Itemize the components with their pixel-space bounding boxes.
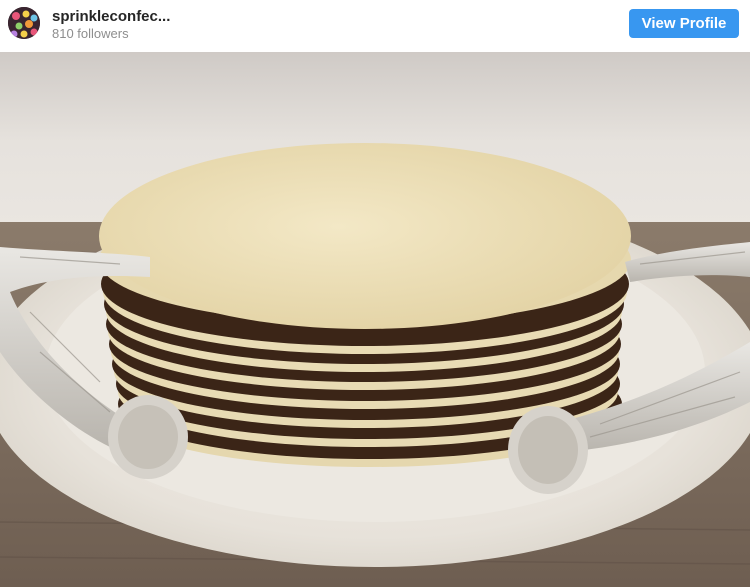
instagram-embed: sprinkleconfec... 810 followers View Pro…: [0, 0, 750, 587]
post-photo[interactable]: [0, 52, 750, 587]
view-profile-button[interactable]: View Profile: [629, 9, 739, 38]
stack-cake-image: [0, 52, 750, 587]
sprinkles-avatar-icon: [8, 7, 40, 39]
profile-avatar[interactable]: [8, 7, 40, 39]
follower-count: 810 followers: [52, 26, 129, 41]
profile-username[interactable]: sprinkleconfec...: [52, 8, 170, 25]
embed-header: sprinkleconfec... 810 followers View Pro…: [0, 0, 750, 52]
